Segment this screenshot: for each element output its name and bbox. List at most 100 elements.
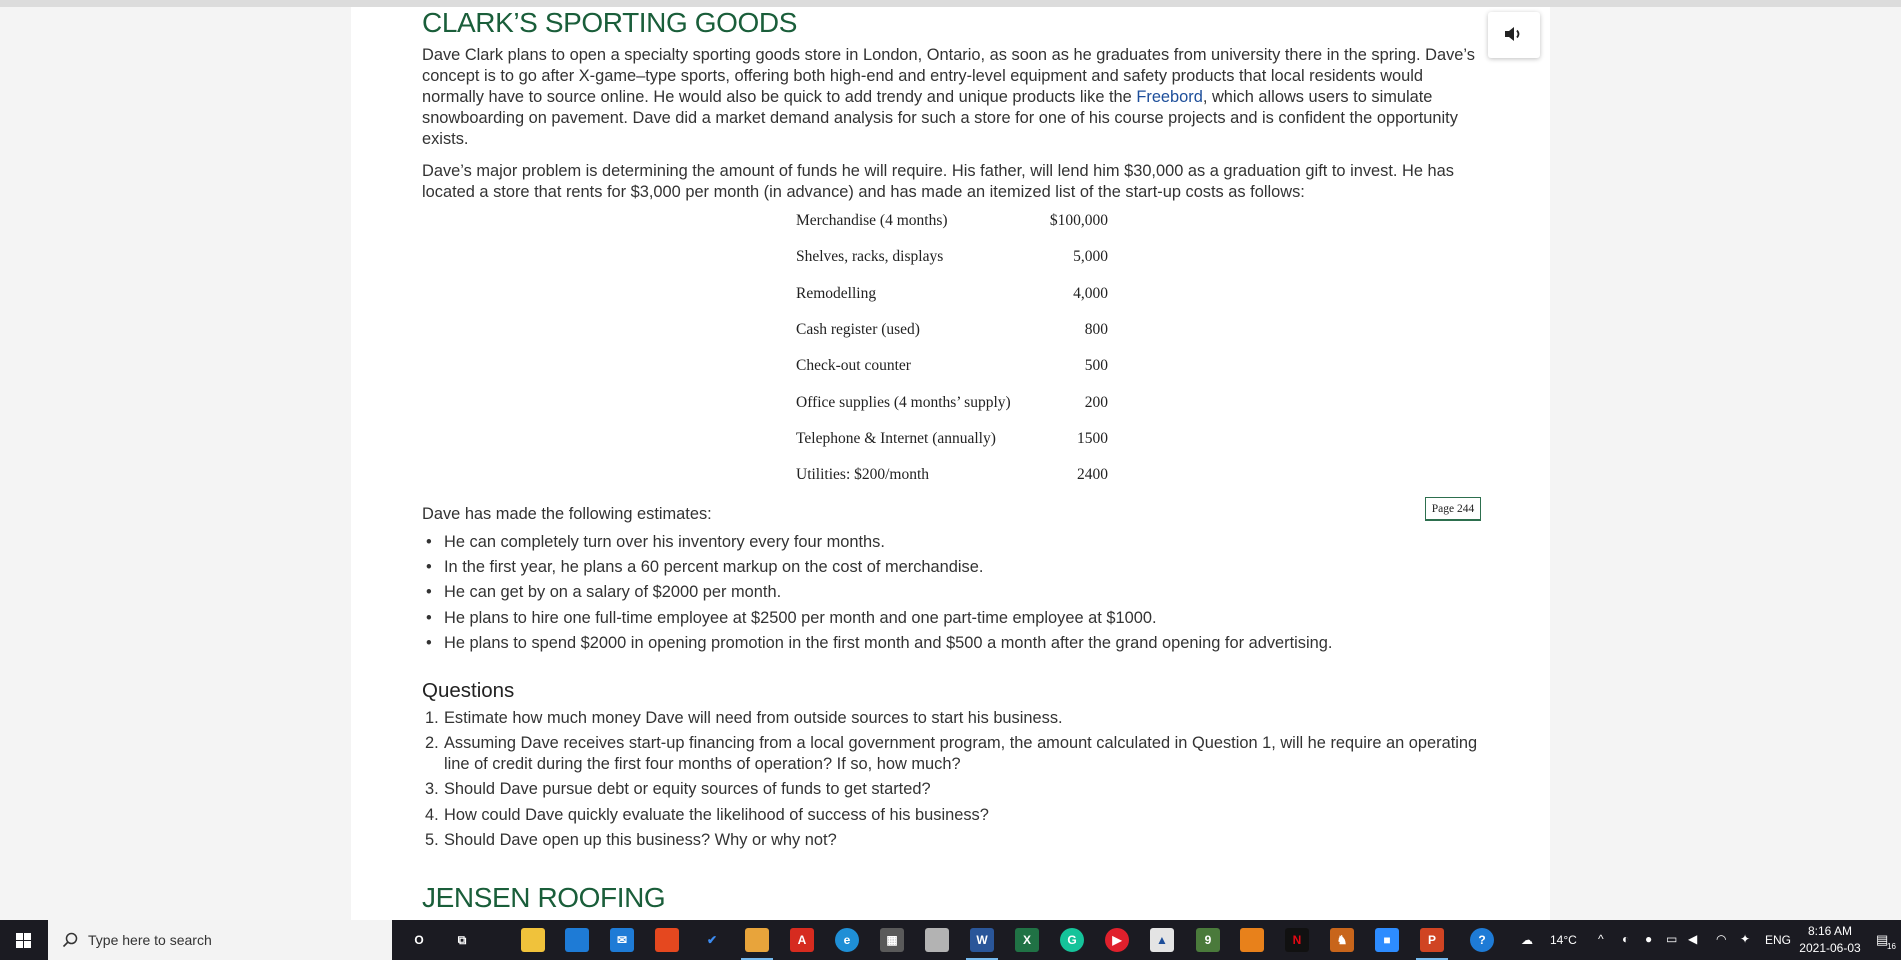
cost-item-label: Cash register (used) xyxy=(796,321,920,339)
weather-icon[interactable]: ☁ xyxy=(1521,933,1533,947)
network-icon[interactable]: ◐ xyxy=(1622,932,1629,946)
excel-icon[interactable]: X xyxy=(1015,928,1039,952)
question-number: 2. xyxy=(425,734,439,753)
question-item: 2. Assuming Dave receives start-up financ… xyxy=(422,733,1487,775)
cost-item-label: Check-out counter xyxy=(796,357,911,375)
case-heading: CLARK’S SPORTING GOODS xyxy=(422,7,797,38)
office-icon[interactable] xyxy=(655,928,679,952)
freebord-link[interactable]: Freebord xyxy=(1136,88,1203,106)
clock[interactable]: 8:16 AM 2021-06-03 xyxy=(1795,923,1865,957)
netflix-icon[interactable]: N xyxy=(1285,928,1309,952)
calculator-icon[interactable]: ▦ xyxy=(880,928,904,952)
startup-costs-table: Merchandise (4 months) $100,000 Shelves, r… xyxy=(796,203,1108,493)
cost-row: Merchandise (4 months) $100,000 xyxy=(796,203,1108,239)
paint-icon[interactable] xyxy=(925,928,949,952)
todo-icon[interactable]: ✔ xyxy=(700,928,724,952)
estimate-item: He can get by on a salary of $2000 per m… xyxy=(422,582,1332,603)
estimate-item: In the first year, he plans a 60 percent… xyxy=(422,557,1332,578)
cost-row: Telephone & Internet (annually) 1500 xyxy=(796,421,1108,457)
acrobat-icon[interactable]: A xyxy=(790,928,814,952)
photos-icon[interactable]: ▲ xyxy=(1150,928,1174,952)
temperature[interactable]: 14°C xyxy=(1550,933,1577,947)
question-item: 4. How could Dave quickly evaluate the li… xyxy=(422,805,1487,826)
question-number: 5. xyxy=(425,830,439,849)
next-case-heading: JENSEN ROOFING xyxy=(422,882,666,913)
clock-date: 2021-06-03 xyxy=(1799,941,1861,955)
chrome-icon[interactable] xyxy=(741,928,773,960)
edge-icon[interactable]: e xyxy=(835,928,859,952)
question-number: 3. xyxy=(425,780,439,799)
cost-item-label: Utilities: $200/month xyxy=(796,466,930,484)
file-explorer-icon[interactable] xyxy=(521,928,545,952)
question-text: Estimate how much money Dave will need f… xyxy=(444,709,1063,727)
battery-icon[interactable]: ▭ xyxy=(1666,932,1677,946)
app-9-icon[interactable]: 9 xyxy=(1196,928,1220,952)
task-view-icon[interactable]: ⧉ xyxy=(450,928,474,952)
game-icon[interactable]: ♞ xyxy=(1330,928,1354,952)
question-item: 5. Should Dave open up this business? Why… xyxy=(422,830,1487,851)
estimate-item: He plans to hire one full-time employee … xyxy=(422,608,1332,629)
estimate-item: He can completely turn over his inventor… xyxy=(422,532,1332,553)
cost-row: Utilities: $200/month 2400 xyxy=(796,457,1108,493)
start-button[interactable] xyxy=(0,920,48,960)
question-text: Should Dave open up this business? Why o… xyxy=(444,830,837,849)
language-indicator[interactable]: ENG xyxy=(1765,933,1791,947)
read-aloud-button[interactable] xyxy=(1488,12,1540,58)
tray-overflow-icon[interactable]: ^ xyxy=(1598,932,1604,946)
cost-item-amount: 4,000 xyxy=(1073,284,1108,302)
mail-icon[interactable]: ✉ xyxy=(610,928,634,952)
cost-item-amount: 5,000 xyxy=(1073,248,1108,266)
cost-item-amount: 800 xyxy=(1084,321,1108,339)
cost-row: Cash register (used) 800 xyxy=(796,312,1108,348)
question-text: Assuming Dave receives start-up financin… xyxy=(444,734,1478,774)
cost-row: Remodelling 4,000 xyxy=(796,276,1108,312)
orange-app-icon[interactable] xyxy=(1240,928,1264,952)
speaker-icon xyxy=(1505,27,1520,41)
wifi-icon[interactable]: ◠ xyxy=(1716,932,1726,946)
windows-taskbar: Type here to search O ⧉ ✉ ✔ Ae ▦ W X G ▶ ▲ 9 N ♞ ■ P? ☁… xyxy=(0,920,1901,960)
cost-item-amount: 1500 xyxy=(1077,429,1108,447)
cost-item-label: Shelves, racks, displays xyxy=(796,248,944,266)
cortana-icon[interactable]: O xyxy=(407,928,431,952)
cost-row: Office supplies (4 months’ supply) 200 xyxy=(796,384,1108,420)
cost-item-amount: 200 xyxy=(1084,393,1108,411)
dropbox-icon[interactable]: ✦ xyxy=(1740,932,1750,946)
store-icon[interactable] xyxy=(565,928,589,952)
question-item: 3. Should Dave pursue debt or equity sour… xyxy=(422,779,1487,800)
microphone-icon[interactable]: ● xyxy=(1645,932,1652,946)
clock-time: 8:16 AM xyxy=(1807,924,1853,938)
estimates-intro: Dave has made the following estimates: xyxy=(422,505,712,523)
cost-item-amount: 2400 xyxy=(1077,466,1108,484)
estimate-item: He plans to spend $2000 in opening promo… xyxy=(422,633,1332,654)
question-text: Should Dave pursue debt or equity source… xyxy=(444,780,931,799)
grammarly-icon[interactable]: G xyxy=(1060,928,1084,952)
powerpoint-icon[interactable]: P xyxy=(1416,928,1448,960)
zoom-icon[interactable]: ■ xyxy=(1375,928,1399,952)
cost-item-label: Office supplies (4 months’ supply) xyxy=(796,393,1011,411)
estimates-list: He can completely turn over his inventor… xyxy=(422,532,1332,658)
cost-row: Shelves, racks, displays 5,000 xyxy=(796,239,1108,275)
cost-item-amount: $100,000 xyxy=(1049,212,1108,230)
problem-paragraph: Dave’s major problem is determining the … xyxy=(422,162,1454,201)
taskbar-search-box[interactable]: Type here to search xyxy=(48,920,392,960)
question-text: How could Dave quickly evaluate the like… xyxy=(444,805,989,824)
browser-top-edge xyxy=(0,0,1901,7)
volume-icon[interactable]: ◀ xyxy=(1688,932,1697,946)
notification-count: 16 xyxy=(1887,942,1896,951)
word-icon[interactable]: W xyxy=(966,928,998,960)
question-item: 1. Estimate how much money Dave will need… xyxy=(422,708,1487,729)
questions-list: 1. Estimate how much money Dave will need… xyxy=(422,708,1487,855)
search-icon xyxy=(62,932,78,948)
question-number: 4. xyxy=(425,805,439,824)
search-placeholder: Type here to search xyxy=(88,932,212,948)
cost-item-amount: 500 xyxy=(1084,357,1108,375)
questions-heading: Questions xyxy=(422,679,515,702)
cost-item-label: Merchandise (4 months) xyxy=(796,212,948,230)
cost-item-label: Telephone & Internet (annually) xyxy=(796,429,996,447)
media-player-icon[interactable]: ▶ xyxy=(1105,928,1129,952)
cost-row: Check-out counter 500 xyxy=(796,348,1108,384)
question-number: 1. xyxy=(425,709,439,727)
cost-item-label: Remodelling xyxy=(796,284,877,302)
intro-paragraph: Dave Clark plans to open a specialty spo… xyxy=(422,45,1487,150)
help-icon[interactable]: ? xyxy=(1470,928,1494,952)
